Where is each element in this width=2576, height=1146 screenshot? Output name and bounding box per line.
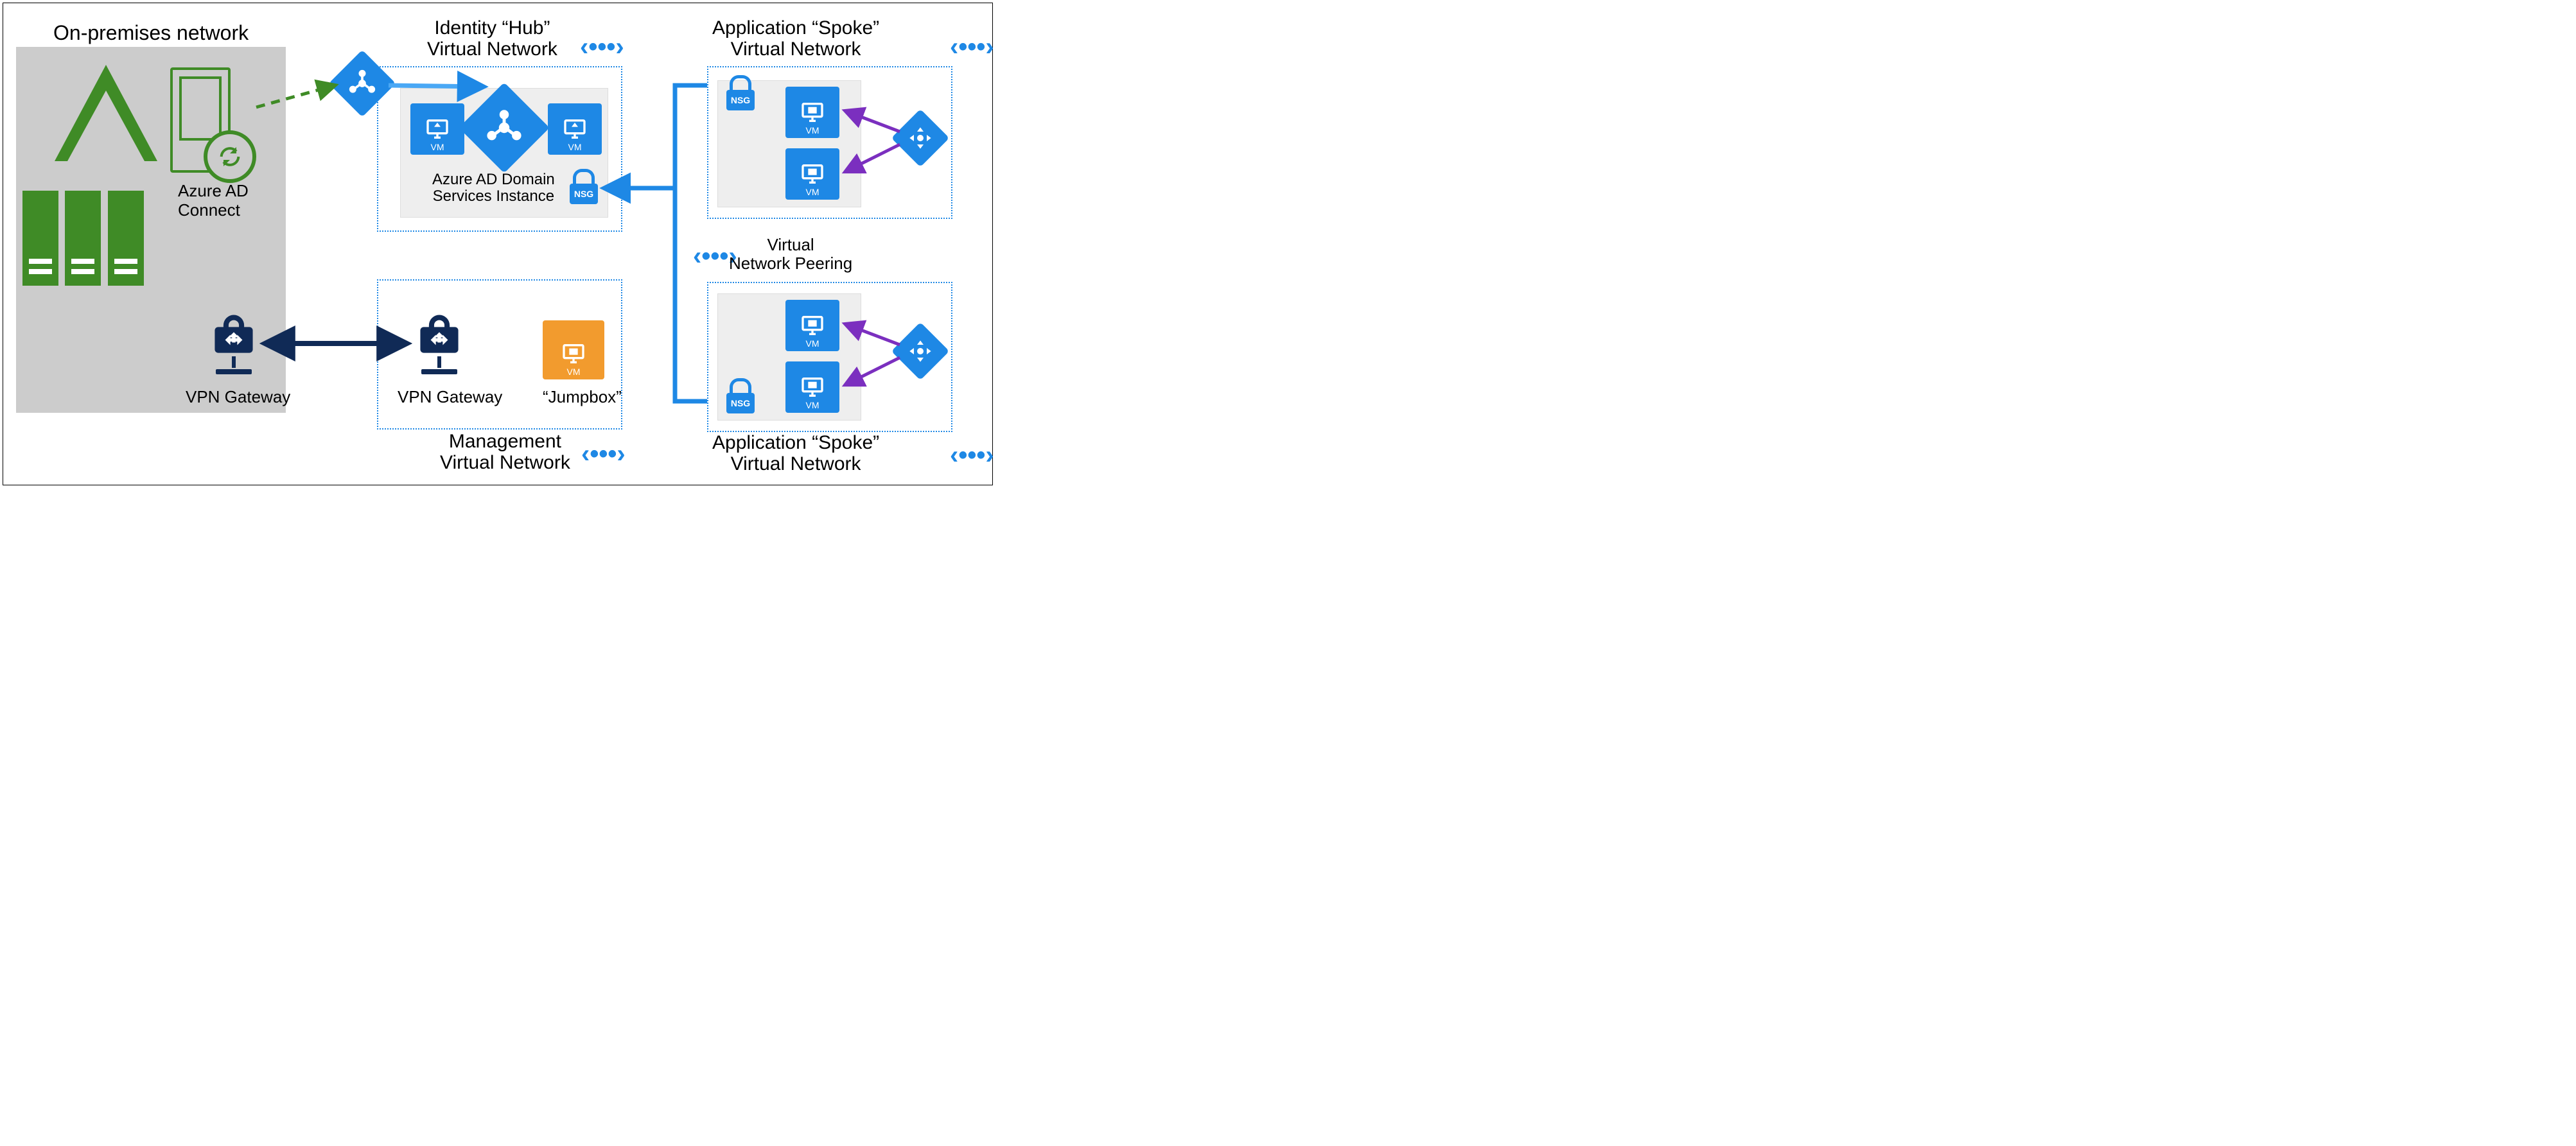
azure-ad-icon [338,60,386,107]
load-balancer-icon [900,117,941,159]
load-balancer-icon [900,331,941,372]
vm-label: VM [568,142,582,152]
nsg-label: NSG [726,90,755,110]
vm-icon: VM [785,148,839,200]
jumpbox-vm-icon: VM [543,320,604,379]
spoke1-vnet-title: Application “Spoke” Virtual Network [712,17,879,60]
vm-label: VM [431,142,444,152]
architecture-diagram: On-premises network Azure AD Connect VPN… [3,3,993,485]
vm-label: VM [806,338,819,349]
nsg-lock-icon: NSG [724,75,757,111]
vm-label: VM [806,187,819,197]
nsg-label: NSG [726,393,755,413]
server-icon [22,191,58,286]
vnet-peering-label: Virtual Network Peering [729,236,852,272]
nsg-label: NSG [570,184,598,204]
vpn-gateway-icon [206,301,261,374]
jumpbox-label: “Jumpbox” [543,387,622,407]
nsg-lock-icon: NSG [567,169,600,205]
sync-icon [204,130,256,183]
aadds-label: Azure AD Domain Services Instance [432,171,555,205]
vm-icon: VM [548,103,602,155]
hub-vnet-title: Identity “Hub” Virtual Network [427,17,557,60]
vm-label: VM [806,125,819,135]
vnet-peering-icon: ‹•••› [581,440,626,469]
onprem-ad-triangle-icon [55,65,157,161]
onprem-servers-icon [22,191,148,289]
server-icon [108,191,144,286]
vpn-gateway-label: VPN Gateway [186,387,290,407]
azure-ad-icon [472,96,536,160]
vm-icon: VM [785,361,839,413]
vm-label: VM [567,367,581,377]
vm-icon: VM [785,87,839,138]
nsg-lock-icon: NSG [724,378,757,414]
vnet-peering-icon: ‹•••› [950,441,994,470]
vm-label: VM [806,400,819,410]
onprem-title: On-premises network [53,21,249,45]
vm-icon: VM [410,103,464,155]
spoke2-vnet-title: Application “Spoke” Virtual Network [712,432,879,474]
vnet-peering-icon: ‹•••› [580,33,624,62]
server-icon [65,191,101,286]
vm-icon: VM [785,300,839,351]
adconnect-label: Azure AD Connect [178,182,249,220]
mgmt-vnet-title: Management Virtual Network [440,431,570,473]
vnet-peering-icon: ‹•••› [950,33,994,62]
